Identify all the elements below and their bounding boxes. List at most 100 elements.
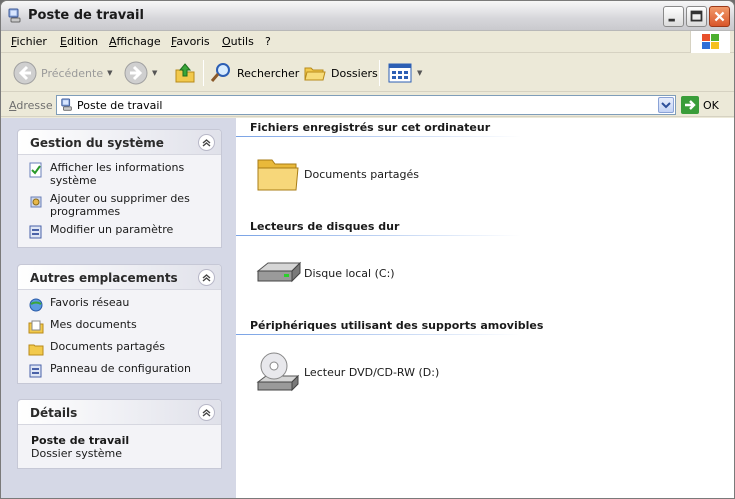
task-label: Ajouter ou supprimer des programmes: [50, 192, 190, 218]
search-icon: [210, 63, 230, 82]
menu-bar: Fichier Edition Affichage Favoris Outils…: [1, 31, 734, 53]
place-label: Documents partagés: [50, 340, 165, 353]
add-remove-programs-icon: [30, 196, 42, 208]
back-dropdown-icon[interactable]: ▼: [107, 69, 112, 77]
computer-icon: [61, 98, 72, 111]
go-button[interactable]: OK: [681, 96, 719, 114]
computer-icon: [8, 8, 21, 23]
task-pane: Gestion du système Afficher les informat…: [1, 118, 236, 498]
panel-title: Détails: [30, 406, 78, 420]
collapse-button[interactable]: [198, 404, 215, 421]
details-type: Dossier système: [31, 447, 123, 460]
group-header: Lecteurs de disques dur: [250, 220, 400, 233]
menu-fichier[interactable]: Fichier: [11, 35, 47, 48]
maximize-icon: [690, 10, 703, 22]
menu-affichage[interactable]: Affichage: [109, 35, 161, 48]
task-label: Modifier un paramètre: [50, 223, 174, 236]
toolbar-separator: [379, 60, 380, 86]
back-label: Précédente: [41, 66, 104, 80]
menu-edition[interactable]: Edition: [60, 35, 98, 48]
menu-help[interactable]: ?: [265, 35, 271, 48]
back-button[interactable]: Précédente ▼: [13, 60, 113, 86]
address-dropdown-button[interactable]: [658, 97, 674, 113]
task-label: Afficher les informations système: [50, 161, 185, 187]
up-folder-button[interactable]: [173, 60, 197, 86]
panel-header[interactable]: Détails: [18, 400, 221, 425]
address-input[interactable]: Poste de travail: [56, 95, 676, 115]
file-view: Fichiers enregistrés sur cet ordinateur …: [236, 118, 734, 498]
close-icon: [714, 11, 725, 22]
place-control-panel[interactable]: Panneau de configuration: [28, 362, 213, 379]
minimize-icon: [668, 18, 675, 22]
content-area: Gestion du système Afficher les informat…: [1, 118, 734, 498]
back-arrow-icon: [13, 61, 37, 85]
group-divider: [236, 334, 521, 335]
folders-label: Dossiers: [331, 66, 378, 80]
panel-details: Détails Poste de travail Dossier système: [17, 399, 222, 469]
panel-title: Autres emplacements: [30, 271, 178, 285]
menu-favoris[interactable]: Favoris: [171, 35, 210, 48]
place-label: Mes documents: [50, 318, 137, 331]
close-button[interactable]: [709, 6, 730, 27]
search-button[interactable]: Rechercher: [209, 60, 299, 86]
views-icon: [388, 63, 412, 83]
task-system-info[interactable]: Afficher les informations système: [28, 161, 213, 187]
panel-system-tasks: Gestion du système Afficher les informat…: [17, 129, 222, 248]
panel-header[interactable]: Gestion du système: [18, 130, 221, 155]
item-shared-documents[interactable]: Documents partagés: [254, 150, 419, 198]
item-dvd-drive-d[interactable]: Lecteur DVD/CD-RW (D:): [254, 348, 439, 396]
windows-logo: [690, 31, 730, 53]
search-label: Rechercher: [237, 66, 300, 80]
address-label: Adresse: [9, 99, 53, 112]
place-shared-documents[interactable]: Documents partagés: [28, 340, 213, 357]
place-my-documents[interactable]: Mes documents: [28, 318, 213, 335]
title-bar[interactable]: Poste de travail: [1, 1, 734, 31]
panel-other-places: Autres emplacements Favoris réseau Mes d…: [17, 264, 222, 384]
control-panel-icon: [29, 364, 42, 378]
up-folder-icon: [175, 63, 195, 83]
item-label: Documents partagés: [304, 167, 419, 181]
place-label: Panneau de configuration: [50, 362, 192, 375]
collapse-button[interactable]: [198, 269, 215, 286]
dvd-drive-icon: [256, 352, 300, 392]
go-arrow-icon: [681, 96, 699, 114]
forward-dropdown-icon[interactable]: ▼: [152, 69, 157, 77]
control-panel-icon: [29, 225, 42, 239]
hard-disk-icon: [256, 261, 302, 283]
system-info-icon: [29, 162, 42, 178]
toolbar: Précédente ▼ ▼ Rechercher Dossiers ▼: [1, 54, 734, 92]
task-add-remove-programs[interactable]: Ajouter ou supprimer des programmes: [28, 192, 213, 218]
folder-icon: [28, 344, 44, 356]
folders-button[interactable]: Dossiers: [303, 60, 378, 86]
forward-button[interactable]: ▼: [124, 60, 157, 86]
collapse-button[interactable]: [198, 134, 215, 151]
details-name: Poste de travail: [31, 434, 130, 447]
task-change-setting[interactable]: Modifier un paramètre: [28, 223, 213, 240]
group-divider: [236, 235, 521, 236]
panel-title: Gestion du système: [30, 136, 164, 150]
group-header: Fichiers enregistrés sur cet ordinateur: [250, 121, 491, 134]
place-network-favorites[interactable]: Favoris réseau: [28, 296, 213, 313]
explorer-window: Poste de travail Fichier Edition Afficha…: [0, 0, 735, 499]
group-divider: [236, 136, 521, 137]
item-local-disk-c[interactable]: Disque local (C:): [254, 249, 395, 297]
address-value: Poste de travail: [77, 99, 163, 112]
windows-flag-icon: [702, 34, 719, 49]
address-bar: Adresse Poste de travail OK: [1, 93, 734, 117]
panel-header[interactable]: Autres emplacements: [18, 265, 221, 290]
views-dropdown-icon[interactable]: ▼: [417, 69, 422, 77]
minimize-button[interactable]: [663, 6, 684, 27]
maximize-button[interactable]: [686, 6, 707, 27]
group-header: Périphériques utilisant des supports amo…: [250, 319, 544, 332]
my-documents-icon: [28, 320, 44, 334]
menu-outils[interactable]: Outils: [222, 35, 254, 48]
item-label: Lecteur DVD/CD-RW (D:): [304, 365, 440, 379]
network-places-icon: [29, 298, 43, 312]
chevron-up-icon: [202, 274, 211, 282]
chevron-up-icon: [202, 139, 211, 147]
chevron-down-icon: [661, 102, 671, 109]
views-button[interactable]: ▼: [387, 60, 422, 86]
forward-arrow-icon: [124, 61, 148, 85]
window-title: Poste de travail: [28, 8, 144, 23]
folder-icon: [257, 159, 299, 191]
